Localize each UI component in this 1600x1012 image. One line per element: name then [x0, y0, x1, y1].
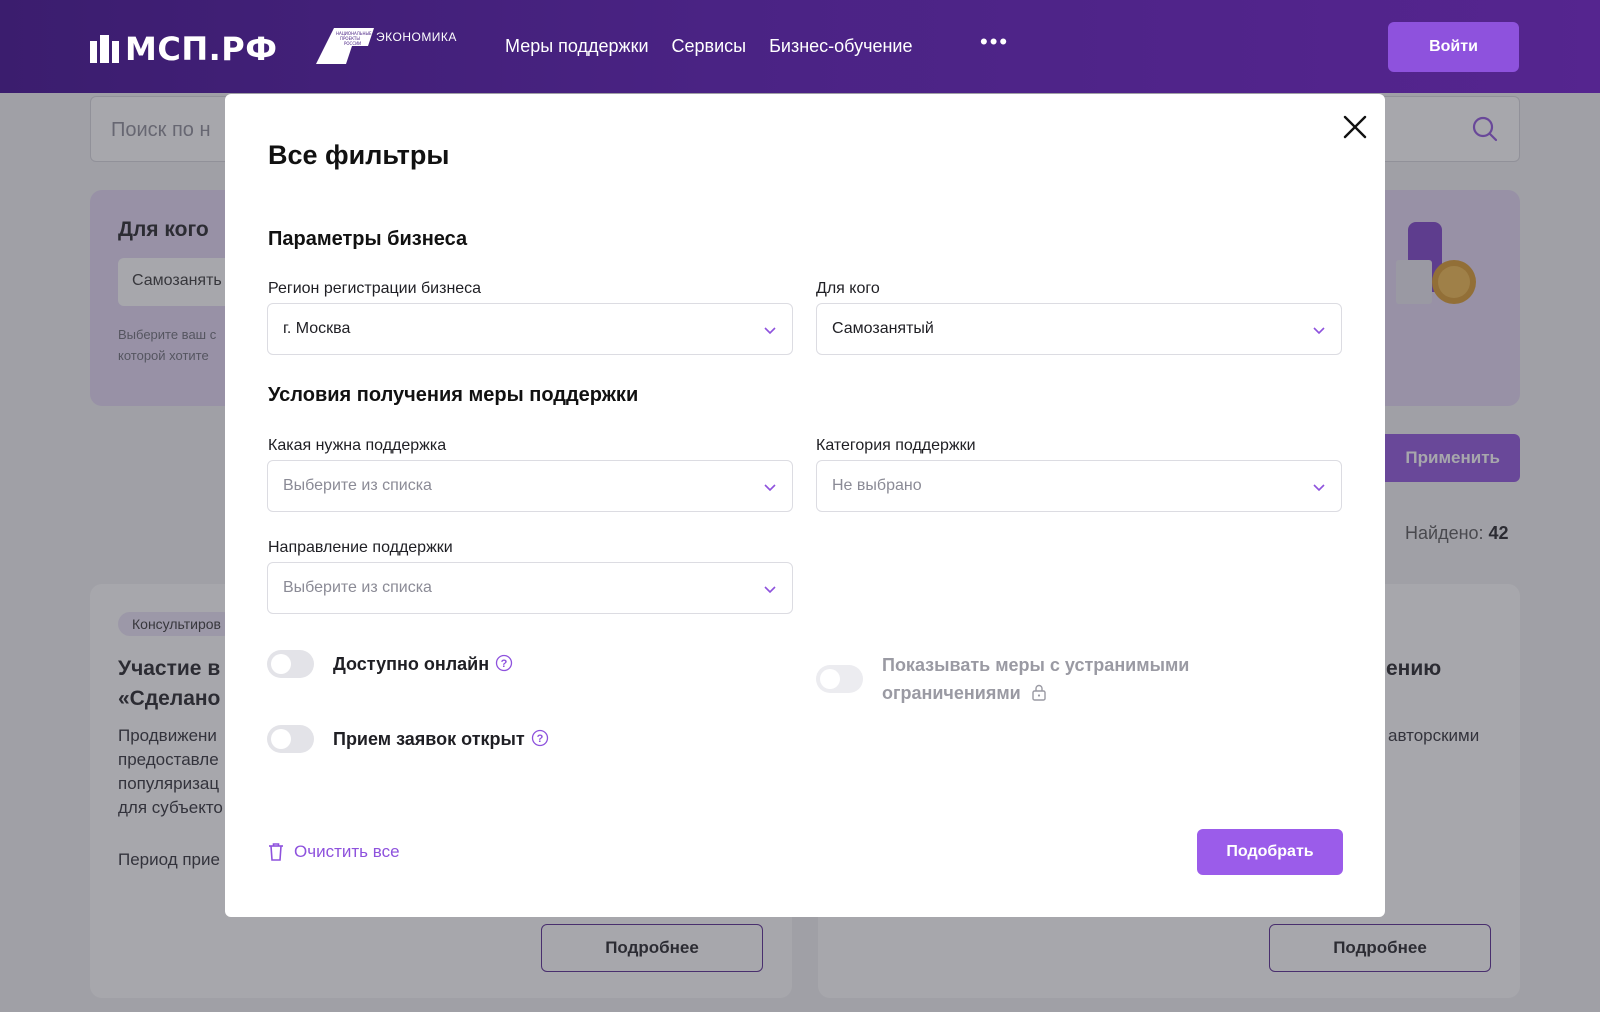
restrictions-text-line: ограничениями	[882, 683, 1021, 703]
region-value: г. Москва	[283, 320, 351, 337]
logo-text: МСП.РФ	[125, 30, 278, 68]
for-whom-value: Самозанятый	[832, 320, 934, 337]
applications-open-text: Прием заявок открыт	[333, 729, 525, 749]
close-button[interactable]	[1339, 111, 1371, 143]
chevron-down-icon	[1313, 327, 1325, 335]
filters-modal: Все фильтры Параметры бизнеса Регион рег…	[225, 94, 1385, 917]
logo-mark-icon	[90, 35, 119, 63]
trash-icon	[269, 843, 283, 861]
support-type-label: Какая нужна поддержка	[268, 437, 447, 454]
svg-text:РОССИИ: РОССИИ	[344, 41, 361, 46]
region-label: Регион регистрации бизнеса	[268, 280, 482, 297]
restrictions-toggle	[816, 665, 863, 693]
section-business-params: Параметры бизнеса	[268, 228, 468, 250]
svg-text:?: ?	[501, 658, 508, 670]
msp-logo[interactable]: МСП.РФ	[90, 30, 277, 68]
category-label: Категория поддержки	[816, 437, 976, 454]
chevron-down-icon	[764, 586, 776, 594]
clear-all-label: Очистить все	[294, 842, 400, 861]
region-select[interactable]: г. Москва	[267, 303, 793, 355]
restrictions-toggle-label: Показывать меры с устранимыми ограничени…	[882, 651, 1189, 707]
category-select[interactable]: Не выбрано	[816, 460, 1342, 512]
chevron-down-icon	[1313, 484, 1325, 492]
category-placeholder: Не выбрано	[832, 477, 922, 494]
direction-placeholder: Выберите из списка	[283, 579, 432, 596]
svg-text:?: ?	[536, 733, 543, 745]
modal-title: Все фильтры	[268, 140, 450, 170]
nav-services[interactable]: Сервисы	[672, 36, 747, 57]
np-economy-label: ЭКОНОМИКА	[376, 30, 457, 44]
submit-filters-button[interactable]: Подобрать	[1197, 829, 1343, 875]
direction-label: Направление поддержки	[268, 539, 453, 556]
nav-business-education[interactable]: Бизнес-обучение	[769, 36, 912, 57]
for-whom-label: Для кого	[816, 280, 880, 297]
close-icon	[1343, 115, 1367, 139]
lock-icon	[1032, 684, 1046, 701]
support-type-select[interactable]: Выберите из списка	[267, 460, 793, 512]
chevron-down-icon	[764, 327, 776, 335]
login-button[interactable]: Войти	[1388, 22, 1519, 72]
chevron-down-icon	[764, 484, 776, 492]
nav-support-measures[interactable]: Меры поддержки	[505, 36, 649, 57]
for-whom-select[interactable]: Самозанятый	[816, 303, 1342, 355]
online-toggle-text: Доступно онлайн	[333, 654, 490, 674]
support-type-placeholder: Выберите из списка	[283, 477, 432, 494]
direction-select[interactable]: Выберите из списка	[267, 562, 793, 614]
site-header: МСП.РФ НАЦИОНАЛЬНЫЕ ПРОЕКТЫ РОССИИ ЭКОНО…	[0, 0, 1600, 93]
applications-open-label: Прием заявок открыт?	[333, 729, 549, 750]
online-toggle-label: Доступно онлайн?	[333, 654, 513, 675]
main-nav: Меры поддержки Сервисы Бизнес-обучение	[505, 36, 913, 57]
online-toggle[interactable]	[267, 650, 314, 678]
restrictions-text-line: Показывать меры с устранимыми	[882, 655, 1190, 675]
section-support-conditions: Условия получения меры поддержки	[268, 384, 639, 406]
nav-more-icon[interactable]: •••	[980, 31, 1009, 53]
applications-open-toggle[interactable]	[267, 725, 314, 753]
help-icon[interactable]: ?	[531, 729, 549, 747]
clear-all-button[interactable]: Очистить все	[268, 842, 400, 862]
help-icon[interactable]: ?	[495, 654, 513, 672]
